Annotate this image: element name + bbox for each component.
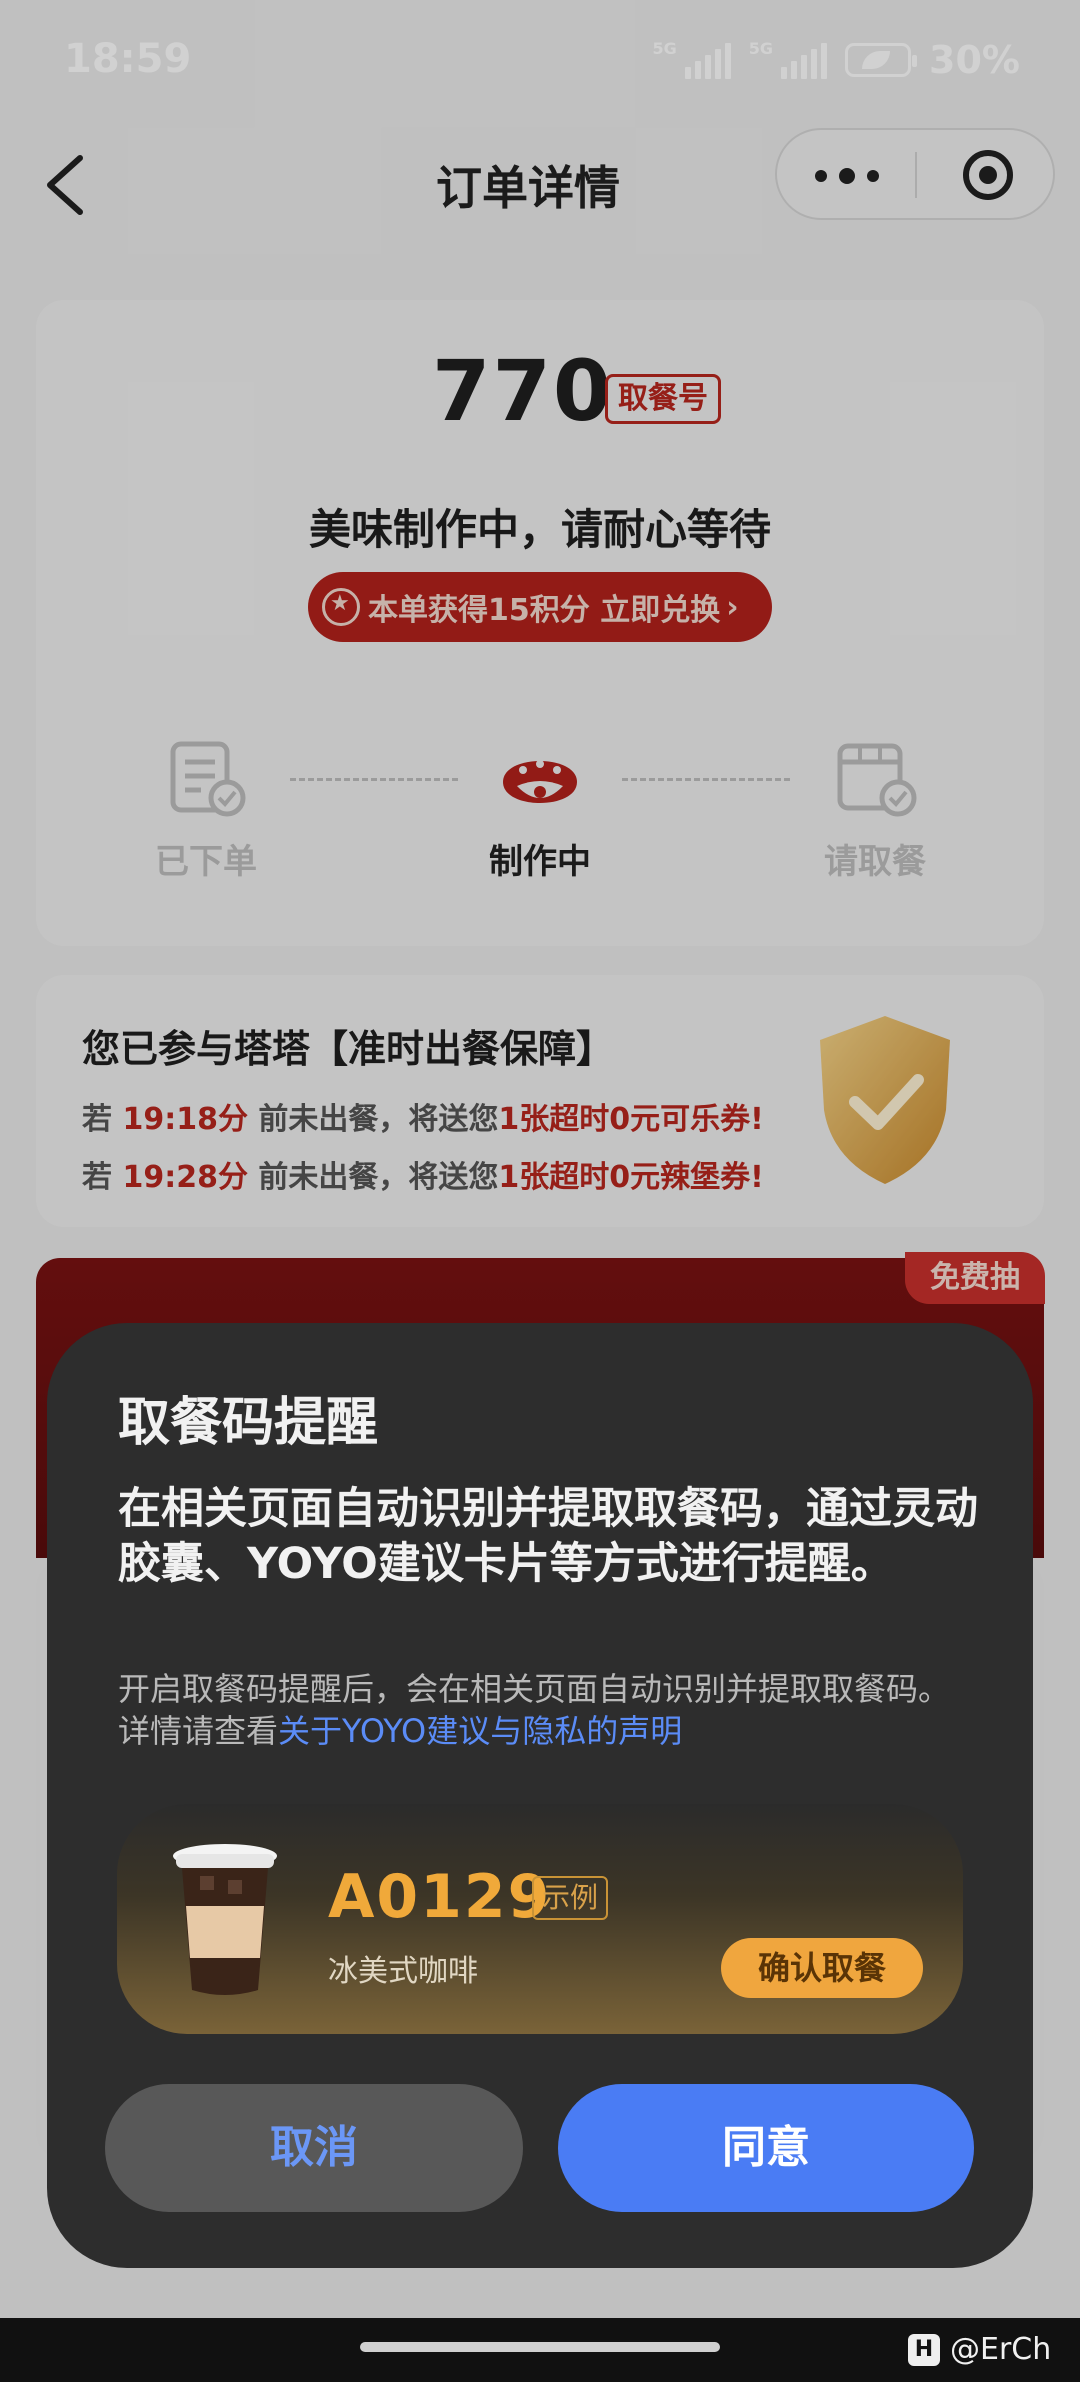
iced-coffee-cup-icon	[173, 1844, 277, 1995]
dialog-main-text: 在相关页面自动识别并提取取餐码，通过灵动胶囊、YOYO建议卡片等方式进行提醒。	[118, 1484, 978, 1589]
cancel-button[interactable]: 取消	[105, 2084, 523, 2212]
confirm-pickup-button: 确认取餐	[721, 1938, 923, 1998]
example-pickup-code: A0129	[328, 1862, 552, 1932]
example-tag: 示例	[532, 1876, 609, 1920]
watermark-logo-icon: H	[908, 2333, 940, 2366]
agree-button[interactable]: 同意	[558, 2084, 974, 2212]
dialog-title: 取餐码提醒	[118, 1393, 379, 1453]
watermark: H @ErCh	[908, 2332, 1051, 2367]
example-item-name: 冰美式咖啡	[328, 1954, 478, 1989]
dialog-sub-text: 开启取餐码提醒后，会在相关页面自动识别并提取取餐码。详情请查看关于YOYO建议与…	[118, 1668, 978, 1752]
watermark-text: @ErCh	[950, 2332, 1052, 2367]
home-indicator[interactable]	[360, 2342, 720, 2352]
privacy-statement-link[interactable]: 关于YOYO建议与隐私的声明	[278, 1712, 682, 1750]
